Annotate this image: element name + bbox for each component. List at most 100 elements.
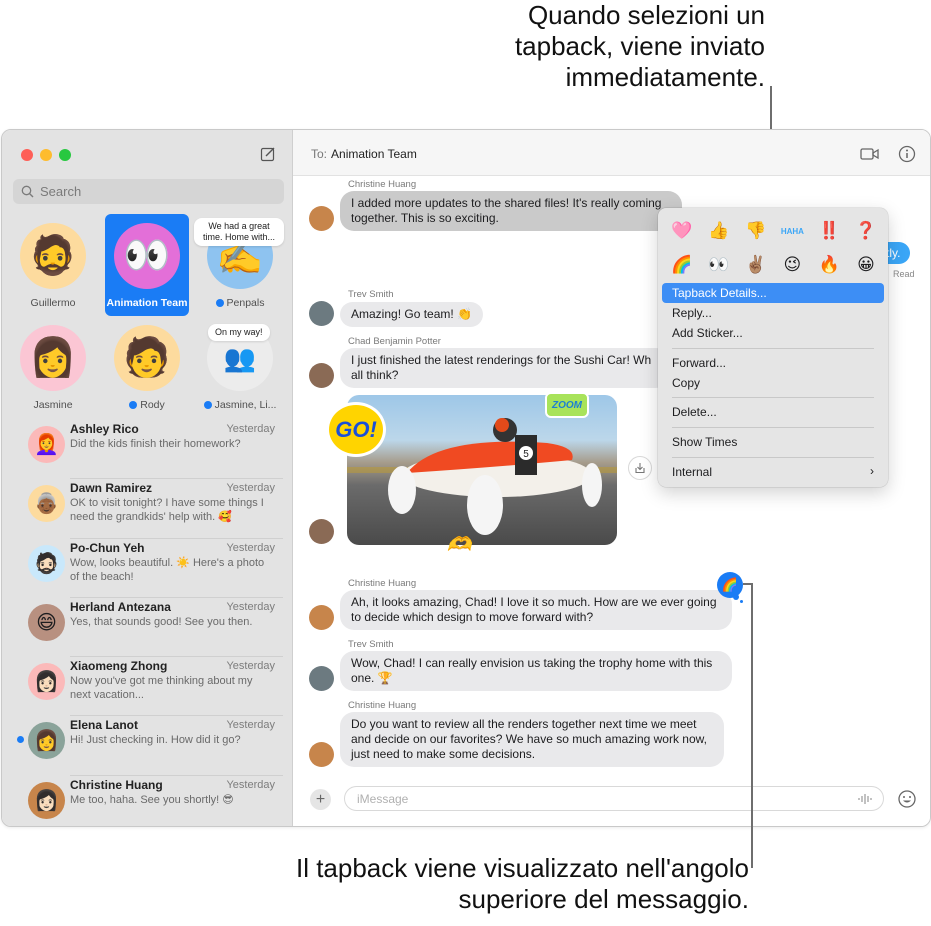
annotation-bottom: Il tapback viene visualizzato nell'angol… bbox=[189, 853, 749, 915]
chat-header: To: Animation Team bbox=[293, 130, 930, 176]
conversation-item[interactable]: 👩 Elena Lanot Yesterday Hi! Just checkin… bbox=[2, 716, 293, 776]
timestamp: Yesterday bbox=[226, 482, 275, 495]
annotation-top-line1: Quando selezioni un bbox=[527, 0, 765, 30]
conversation-item[interactable]: 😄 Herland Antezana Yesterday Yes, that s… bbox=[2, 598, 293, 658]
rainbow-tapback[interactable]: 🌈 bbox=[668, 252, 696, 278]
avatar: 👵🏾 bbox=[28, 485, 65, 523]
victory-hand-tapback[interactable]: ✌🏽 bbox=[742, 252, 770, 278]
tapback-tail bbox=[740, 600, 743, 603]
avatar: 😄 bbox=[28, 603, 65, 641]
video-camera-icon[interactable] bbox=[860, 145, 880, 163]
callout-line-bottom-tick bbox=[743, 583, 753, 585]
pin-label: Animation Team bbox=[106, 297, 188, 309]
messages-window: Search 🧔 Guillermo 👀 Animation Team ✍️ P… bbox=[1, 129, 931, 827]
info-icon[interactable] bbox=[897, 145, 917, 163]
message-input[interactable]: iMessage bbox=[344, 786, 884, 811]
memoji-icon: 🧑 bbox=[123, 337, 171, 379]
conversation-item[interactable]: 👩🏻 Xiaomeng Zhong Yesterday Now you've g… bbox=[2, 657, 293, 717]
message-bubble[interactable]: Amazing! Go team! 👏 bbox=[340, 302, 483, 327]
conversation-item[interactable]: 👩‍🦰 Ashley Rico Yesterday Did the kids f… bbox=[2, 420, 293, 480]
exclamation-tapback[interactable]: ‼️ bbox=[815, 218, 843, 244]
unread-dot bbox=[203, 401, 212, 409]
eyes-tapback[interactable]: 👀 bbox=[705, 252, 733, 278]
menu-separator bbox=[672, 457, 874, 458]
avatar bbox=[309, 666, 334, 691]
fire-tapback[interactable]: 🔥 bbox=[815, 252, 843, 278]
search-field[interactable]: Search bbox=[13, 179, 284, 204]
avatar: 👩‍🦰 bbox=[28, 426, 65, 463]
emoji-icon[interactable] bbox=[897, 789, 917, 809]
avatar: 👩🏻 bbox=[28, 663, 65, 701]
menu-forward[interactable]: Forward... bbox=[662, 353, 884, 373]
menu-internal[interactable]: Internal › bbox=[662, 462, 884, 482]
menu-show-times[interactable]: Show Times bbox=[662, 432, 884, 452]
timestamp: Yesterday bbox=[226, 600, 275, 613]
message-preview: OK to visit tonight? I have some things … bbox=[70, 497, 264, 524]
sender-name: Trev Smith bbox=[348, 289, 394, 300]
message-bubble[interactable]: I added more updates to the shared files… bbox=[340, 191, 682, 231]
contact-name: Herland Antezana bbox=[70, 599, 171, 614]
minimize-button[interactable] bbox=[40, 149, 52, 161]
conversation-item[interactable]: 👩🏻 Christine Huang Yesterday Me too, hah… bbox=[2, 776, 293, 826]
menu-reply[interactable]: Reply... bbox=[662, 303, 884, 323]
haha-tapback[interactable]: HAHA bbox=[778, 218, 806, 244]
timestamp: Yesterday bbox=[226, 423, 275, 435]
menu-copy[interactable]: Copy bbox=[662, 373, 884, 393]
pin-message-preview: We had a great time. Home with... bbox=[194, 218, 284, 246]
message-bubble[interactable]: I just finished the latest renderings fo… bbox=[340, 348, 670, 388]
tapback-row-2: 🌈 👀 ✌🏽 😉 🔥 😀 bbox=[668, 252, 880, 278]
go-sticker: GO! bbox=[326, 402, 386, 457]
heart-hands-sticker: 🫶 bbox=[446, 533, 472, 556]
pinned-animation-team[interactable]: 👀 Animation Team bbox=[105, 214, 189, 316]
pinned-rody[interactable]: 🧑 Rody bbox=[105, 316, 189, 418]
pinned-jasmine[interactable]: 👩 Jasmine bbox=[11, 316, 95, 418]
heart-tapback[interactable]: 🩷 bbox=[668, 218, 696, 244]
add-attachment-button[interactable]: + bbox=[310, 789, 331, 810]
compose-icon[interactable] bbox=[260, 146, 276, 162]
zoom-button[interactable] bbox=[59, 149, 71, 161]
read-receipt: Read bbox=[893, 269, 915, 279]
memoji-icon: 👩 bbox=[29, 337, 77, 379]
menu-add-sticker[interactable]: Add Sticker... bbox=[662, 323, 884, 343]
menu-delete[interactable]: Delete... bbox=[662, 402, 884, 422]
avatar: 🧔 bbox=[20, 223, 86, 289]
timestamp: Yesterday bbox=[226, 719, 275, 732]
thumbs-up-tapback[interactable]: 👍 bbox=[705, 218, 733, 244]
emoji-picker-tapback[interactable]: 😀 bbox=[852, 252, 880, 278]
conversation-item[interactable]: 🧔🏻 Po-Chun Yeh Yesterday Wow, looks beau… bbox=[2, 539, 293, 598]
sender-name: Chad Benjamin Potter bbox=[348, 336, 441, 347]
conversation-item[interactable]: 👵🏾 Dawn Ramirez Yesterday OK to visit to… bbox=[2, 479, 293, 539]
sidebar: Search 🧔 Guillermo 👀 Animation Team ✍️ P… bbox=[2, 130, 293, 826]
message-bubble[interactable]: Do you want to review all the renders to… bbox=[340, 712, 724, 767]
avatar bbox=[309, 301, 334, 326]
unread-dot bbox=[17, 736, 24, 744]
memoji-icon: 🧔 bbox=[29, 235, 77, 277]
wink-tapback[interactable]: 😉 bbox=[778, 252, 806, 278]
menu-separator bbox=[672, 427, 874, 428]
menu-tapback-details[interactable]: Tapback Details... bbox=[662, 283, 884, 303]
pin-label: Penpals bbox=[226, 297, 265, 309]
plus-icon: + bbox=[315, 790, 326, 808]
close-button[interactable] bbox=[21, 149, 33, 161]
question-tapback[interactable]: ❓ bbox=[852, 218, 880, 244]
timestamp: Yesterday bbox=[226, 660, 275, 673]
message-preview: Wow, looks beautiful. ☀️ Here's a photo … bbox=[70, 556, 265, 583]
message-bubble[interactable]: Ah, it looks amazing, Chad! I love it so… bbox=[340, 590, 732, 630]
unread-dot bbox=[129, 401, 138, 409]
context-menu: 🩷 👍 👎 HAHA ‼️ ❓ 🌈 👀 ✌🏽 😉 🔥 😀 Tapback Det… bbox=[658, 208, 888, 487]
recipient-field[interactable]: To: Animation Team bbox=[311, 147, 417, 161]
save-photo-button[interactable] bbox=[628, 456, 652, 480]
unread-dot bbox=[215, 299, 224, 307]
avatar: 👩 bbox=[20, 325, 86, 391]
sender-name: Christine Huang bbox=[348, 179, 417, 190]
avatar bbox=[309, 206, 334, 231]
message-bubble[interactable]: Wow, Chad! I can really envision us taki… bbox=[340, 651, 732, 691]
annotation-bottom-line1: Il tapback viene visualizzato nell'angol… bbox=[295, 853, 749, 883]
audio-waveform-icon[interactable] bbox=[857, 793, 873, 805]
zoom-sticker: ZOOM bbox=[545, 392, 589, 418]
thumbs-down-tapback[interactable]: 👎 bbox=[742, 218, 770, 244]
pinned-guillermo[interactable]: 🧔 Guillermo bbox=[11, 214, 95, 316]
tapback-badge[interactable]: 🌈 bbox=[717, 572, 743, 598]
conversation-list: 👩‍🦰 Ashley Rico Yesterday Did the kids f… bbox=[2, 420, 293, 826]
to-label: To: bbox=[311, 147, 328, 161]
